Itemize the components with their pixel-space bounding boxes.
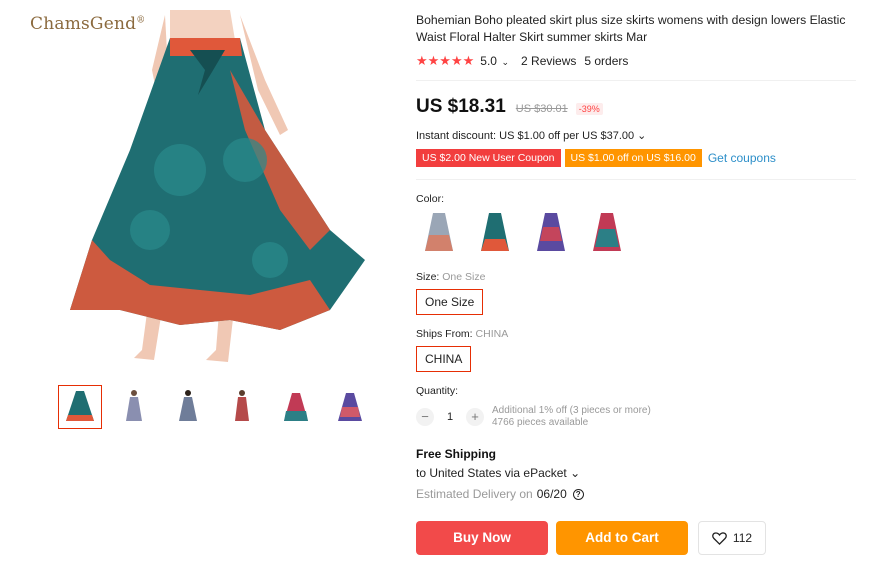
add-to-cart-button[interactable]: Add to Cart — [556, 521, 688, 555]
get-coupons-link[interactable]: Get coupons — [708, 151, 776, 165]
chevron-down-icon: ⌄ — [634, 130, 647, 142]
help-icon[interactable]: ? — [572, 488, 584, 500]
chevron-down-icon: ⌄ — [566, 466, 581, 480]
divider — [416, 179, 856, 180]
brand-logo: ChamsGend® — [30, 14, 146, 34]
size-option-selected[interactable]: One Size — [416, 289, 484, 315]
ships-from-label: Ships From: CHINA — [416, 328, 509, 340]
coupon-row: US $2.00 New User Coupon US $1.00 off on… — [416, 149, 776, 167]
size-label: Size: One Size — [416, 271, 486, 283]
plus-icon[interactable]: + — [466, 408, 484, 426]
quantity-value[interactable]: 1 — [438, 411, 462, 423]
color-option-2[interactable] — [472, 210, 518, 256]
ships-from-option-selected[interactable]: CHINA — [416, 346, 472, 372]
thumbnail-2[interactable] — [112, 385, 156, 429]
original-price: US $30.01 — [515, 103, 568, 115]
divider — [416, 80, 856, 81]
thumbnail-1[interactable] — [58, 385, 102, 429]
thumbnail-4[interactable] — [220, 385, 264, 429]
action-buttons: Buy Now Add to Cart 112 — [416, 521, 766, 555]
shipping-destination[interactable]: to United States via ePacket ⌄ — [416, 466, 580, 480]
quantity-note: Additional 1% off (3 pieces or more) 476… — [492, 405, 651, 428]
instant-discount[interactable]: Instant discount: US $1.00 off per US $3… — [416, 129, 646, 142]
color-option-1[interactable] — [416, 210, 462, 256]
buy-now-button[interactable]: Buy Now — [416, 521, 548, 555]
rating-row: ★★★★★ 5.0 ⌄ 2 Reviews 5 orders — [416, 53, 628, 69]
color-option-4[interactable] — [584, 210, 630, 256]
wishlist-count: 112 — [732, 531, 753, 545]
discount-badge: -39% — [575, 103, 603, 115]
quantity-label: Quantity: — [416, 385, 459, 397]
color-option-3[interactable] — [528, 210, 574, 256]
reviews-link[interactable]: 2 Reviews — [521, 54, 576, 68]
thumbnail-5[interactable] — [274, 385, 318, 429]
orders-count: 5 orders — [584, 54, 629, 68]
wishlist-button[interactable]: 112 — [698, 521, 766, 555]
rating-value[interactable]: 5.0 ⌄ — [480, 54, 509, 68]
minus-icon[interactable]: − — [416, 408, 434, 426]
current-price: US $18.31 — [416, 96, 506, 117]
product-title: Bohemian Boho pleated skirt plus size sk… — [416, 13, 846, 44]
heart-icon — [712, 531, 727, 545]
product-gallery: ChamsGend® — [0, 0, 400, 568]
estimated-delivery: Estimated Delivery on 06/20 ? — [416, 487, 584, 501]
new-user-coupon[interactable]: US $2.00 New User Coupon — [416, 149, 561, 167]
thumbnail-3[interactable] — [166, 385, 210, 429]
quantity-stepper: − 1 + Additional 1% off (3 pieces or mor… — [416, 405, 651, 429]
shipping-title: Free Shipping — [416, 447, 497, 461]
store-coupon[interactable]: US $1.00 off on US $16.00 — [564, 149, 702, 167]
main-product-image[interactable] — [30, 10, 375, 370]
color-options — [416, 210, 630, 256]
price-row: US $18.31 US $30.01 -39% — [416, 96, 603, 118]
color-label: Color: — [416, 193, 445, 205]
thumbnail-strip — [58, 385, 372, 429]
chevron-down-icon: ⌄ — [498, 57, 510, 67]
thumbnail-6[interactable] — [328, 385, 372, 429]
star-icon: ★★★★★ — [416, 53, 475, 68]
